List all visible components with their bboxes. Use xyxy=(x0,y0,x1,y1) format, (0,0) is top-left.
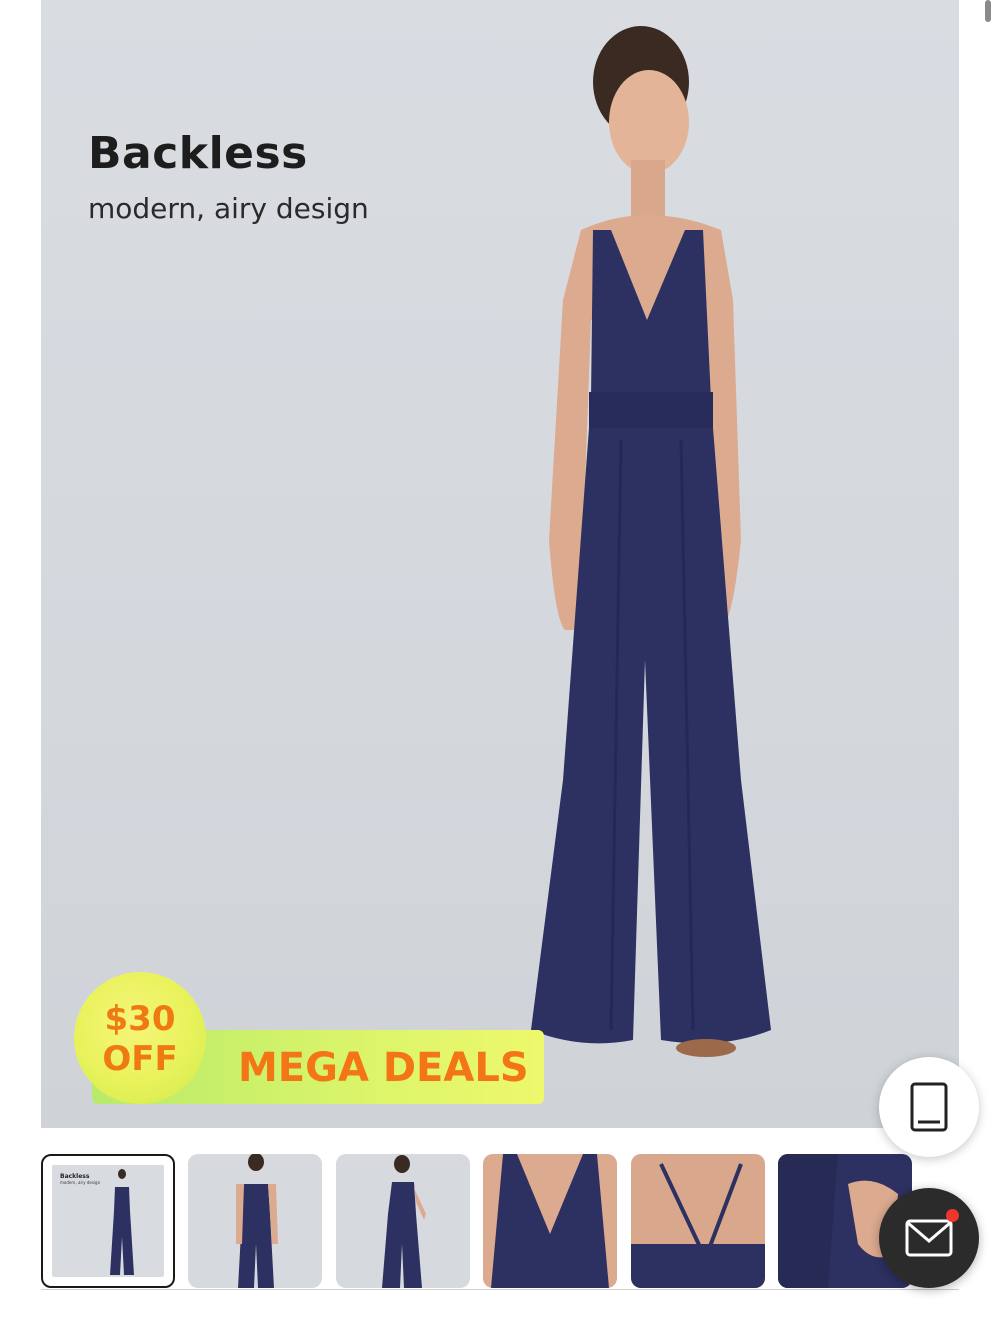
divider xyxy=(41,1289,959,1290)
notification-badge xyxy=(946,1209,959,1222)
promo-amount: $30 xyxy=(104,999,176,1039)
thumbnail-1-title: Backless xyxy=(60,1173,90,1180)
model-photo xyxy=(531,26,771,1057)
promo-off-label: OFF xyxy=(102,1039,178,1079)
thumbnail-4[interactable] xyxy=(483,1154,617,1288)
hero-subtitle: modern, airy design xyxy=(88,192,369,225)
thumbnail-3-figure xyxy=(382,1155,426,1288)
phone-icon xyxy=(910,1082,948,1132)
thumbnail-strip[interactable]: Backless modern, airy design xyxy=(41,1154,959,1290)
thumbnail-1-image: Backless modern, airy design xyxy=(52,1165,164,1277)
thumbnail-3[interactable] xyxy=(336,1154,470,1288)
promo-label[interactable]: MEGA DEALS xyxy=(238,1045,529,1091)
thumbnail-5[interactable] xyxy=(631,1154,765,1288)
thumbnail-1-subtitle: modern, airy design xyxy=(60,1180,101,1185)
thumbnail-5-figure xyxy=(631,1154,765,1288)
thumbnail-4-figure xyxy=(483,1154,617,1288)
hero-title: Backless xyxy=(88,128,308,179)
thumbnail-2-figure xyxy=(236,1154,278,1288)
mail-icon xyxy=(905,1219,953,1257)
product-hero-image[interactable]: Backless modern, airy design xyxy=(41,0,959,1128)
device-button[interactable] xyxy=(879,1057,979,1157)
thumbnail-2[interactable] xyxy=(188,1154,322,1288)
mail-button[interactable] xyxy=(879,1188,979,1288)
scrollbar[interactable] xyxy=(985,0,991,22)
promo-badge[interactable]: $30 OFF xyxy=(74,972,206,1104)
thumbnail-1[interactable]: Backless modern, airy design xyxy=(41,1154,175,1288)
